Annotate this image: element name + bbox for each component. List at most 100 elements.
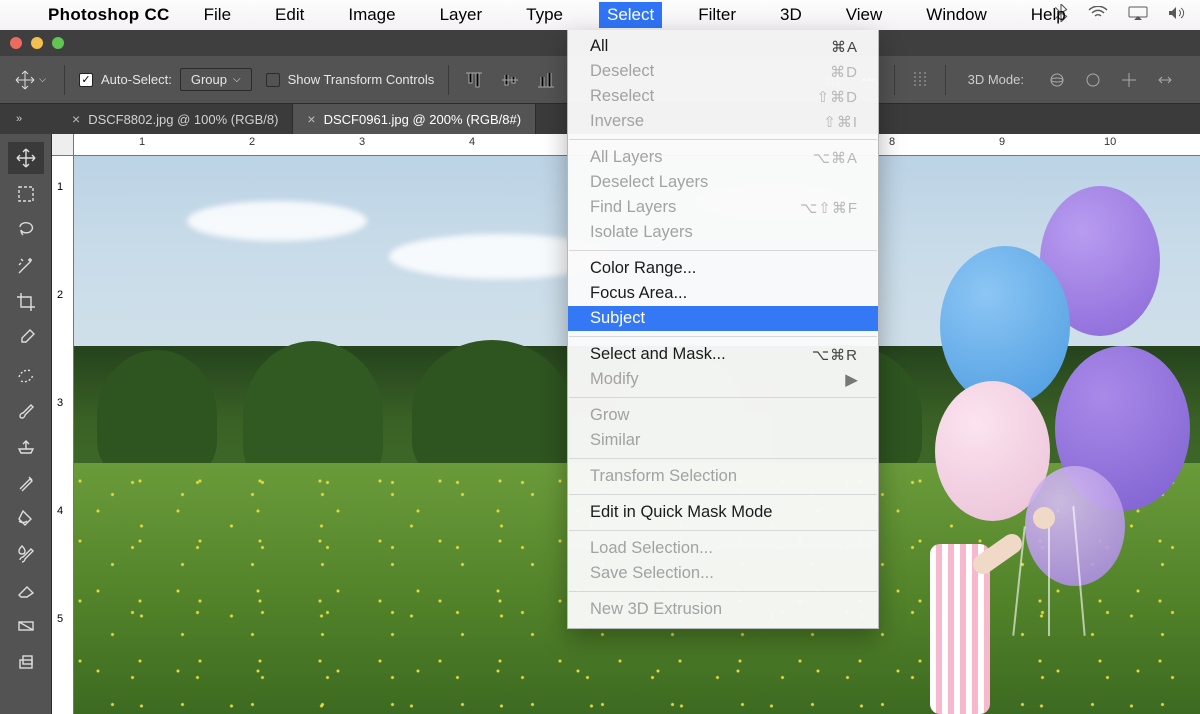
wifi-icon[interactable] <box>1088 5 1108 25</box>
auto-select-dropdown[interactable]: Group⌵ <box>180 68 252 91</box>
close-tab-icon[interactable]: × <box>307 111 315 127</box>
marquee-tool[interactable] <box>8 178 44 210</box>
pen-tool[interactable] <box>8 646 44 678</box>
menu-3d[interactable]: 3D <box>772 2 810 28</box>
menu-item-save-selection: Save Selection... <box>568 561 878 586</box>
crop-tool[interactable] <box>8 286 44 318</box>
healing-brush-tool[interactable] <box>8 358 44 390</box>
menu-image[interactable]: Image <box>340 2 403 28</box>
menu-item-label: Save Selection... <box>590 564 714 583</box>
distribute-v-icon[interactable] <box>909 69 931 91</box>
menu-separator <box>569 397 877 398</box>
menu-shortcut: ⌘A <box>831 38 858 56</box>
document-tab[interactable]: × DSCF8802.jpg @ 100% (RGB/8) <box>58 104 293 134</box>
menu-separator <box>569 591 877 592</box>
menu-item-select-and-mask[interactable]: Select and Mask... ⌥⌘R <box>568 342 878 367</box>
history-brush-tool[interactable] <box>8 466 44 498</box>
tab-label: DSCF8802.jpg @ 100% (RGB/8) <box>88 112 278 127</box>
menu-item-label: Similar <box>590 431 640 450</box>
align-bottom-icon[interactable] <box>535 69 557 91</box>
collapse-panels-icon[interactable]: » <box>4 104 34 134</box>
menu-item-grow: Grow <box>568 403 878 428</box>
menu-item-label: Subject <box>590 309 645 328</box>
current-tool-icon[interactable]: ⌵ <box>10 69 50 91</box>
airplay-icon[interactable] <box>1128 5 1148 25</box>
magic-wand-tool[interactable] <box>8 250 44 282</box>
3d-orbit-icon[interactable] <box>1046 69 1068 91</box>
auto-select-option[interactable]: ✓ Auto-Select: Group⌵ <box>79 68 252 91</box>
menu-shortcut: ⌥⌘R <box>812 346 858 364</box>
lasso-tool[interactable] <box>8 214 44 246</box>
menu-layer[interactable]: Layer <box>432 2 491 28</box>
menu-separator <box>569 250 877 251</box>
menu-item-label: Reselect <box>590 87 654 106</box>
blur-tool[interactable] <box>8 538 44 570</box>
menu-item-label: Transform Selection <box>590 467 737 486</box>
menu-item-label: Select and Mask... <box>590 345 726 364</box>
menu-item-label: Modify <box>590 370 639 389</box>
menu-view[interactable]: View <box>838 2 891 28</box>
menu-type[interactable]: Type <box>518 2 571 28</box>
menu-separator <box>569 458 877 459</box>
paint-bucket-tool[interactable] <box>8 502 44 534</box>
menu-item-find-layers: Find Layers⌥⇧⌘F <box>568 195 878 220</box>
bluetooth-icon[interactable] <box>1054 4 1068 27</box>
menu-select[interactable]: Select <box>599 2 662 28</box>
show-transform-label: Show Transform Controls <box>288 72 435 87</box>
close-window-button[interactable] <box>10 37 22 49</box>
app-name[interactable]: Photoshop CC <box>48 5 170 25</box>
tools-palette <box>0 134 52 714</box>
menu-item-reselect: Reselect⇧⌘D <box>568 84 878 109</box>
vertical-ruler[interactable]: 12345 <box>52 156 74 714</box>
3d-roll-icon[interactable] <box>1082 69 1104 91</box>
menu-item-subject[interactable]: Subject <box>568 306 878 331</box>
menu-separator <box>569 530 877 531</box>
3d-pan-icon[interactable] <box>1118 69 1140 91</box>
menu-edit[interactable]: Edit <box>267 2 312 28</box>
menu-file[interactable]: File <box>196 2 239 28</box>
menu-window[interactable]: Window <box>918 2 994 28</box>
menu-item-label: All Layers <box>590 148 662 167</box>
volume-icon[interactable] <box>1168 5 1186 25</box>
minimize-window-button[interactable] <box>31 37 43 49</box>
menu-item-label: Deselect Layers <box>590 173 708 192</box>
menu-item-edit-in-quick-mask-mode[interactable]: Edit in Quick Mask Mode <box>568 500 878 525</box>
menu-item-all-layers: All Layers⌥⌘A <box>568 145 878 170</box>
ruler-corner <box>52 134 74 156</box>
menu-item-label: All <box>590 37 608 56</box>
menu-item-label: Load Selection... <box>590 539 713 558</box>
menu-item-label: Edit in Quick Mask Mode <box>590 503 772 522</box>
align-vcenter-icon[interactable] <box>499 69 521 91</box>
auto-select-label: Auto-Select: <box>101 72 172 87</box>
mac-menubar: Photoshop CC File Edit Image Layer Type Selec… <box>0 0 1200 30</box>
menu-item-label: Grow <box>590 406 629 425</box>
menu-item-label: Isolate Layers <box>590 223 693 242</box>
show-transform-checkbox[interactable] <box>266 73 280 87</box>
3d-slide-icon[interactable] <box>1154 69 1176 91</box>
document-tab[interactable]: ×DSCF0961.jpg @ 200% (RGB/8#) <box>293 104 536 134</box>
menu-item-isolate-layers: Isolate Layers <box>568 220 878 245</box>
brush-tool[interactable] <box>8 394 44 426</box>
system-tray <box>1054 4 1186 27</box>
clone-stamp-tool[interactable] <box>8 430 44 462</box>
zoom-window-button[interactable] <box>52 37 64 49</box>
select-menu-dropdown: All⌘ADeselect⌘DReselect⇧⌘DInverse⇧⌘IAll … <box>567 30 879 629</box>
menu-item-color-range[interactable]: Color Range... <box>568 256 878 281</box>
eyedropper-tool[interactable] <box>8 322 44 354</box>
menu-shortcut: ⇧⌘I <box>823 113 858 131</box>
auto-select-checkbox[interactable]: ✓ <box>79 73 93 87</box>
submenu-arrow-icon: ▶ <box>845 370 858 390</box>
eraser-tool[interactable] <box>8 574 44 606</box>
menu-item-label: Color Range... <box>590 259 696 278</box>
align-top-icon[interactable] <box>463 69 485 91</box>
menu-shortcut: ⌥⇧⌘F <box>800 199 858 217</box>
menu-filter[interactable]: Filter <box>690 2 744 28</box>
menu-item-inverse: Inverse⇧⌘I <box>568 109 878 134</box>
menu-item-focus-area[interactable]: Focus Area... <box>568 281 878 306</box>
menu-separator <box>569 494 877 495</box>
menu-item-all[interactable]: All ⌘A <box>568 34 878 59</box>
gradient-tool[interactable] <box>8 610 44 642</box>
move-tool[interactable] <box>8 142 44 174</box>
close-tab-icon[interactable]: × <box>72 111 80 127</box>
show-transform-option[interactable]: Show Transform Controls <box>266 72 435 87</box>
